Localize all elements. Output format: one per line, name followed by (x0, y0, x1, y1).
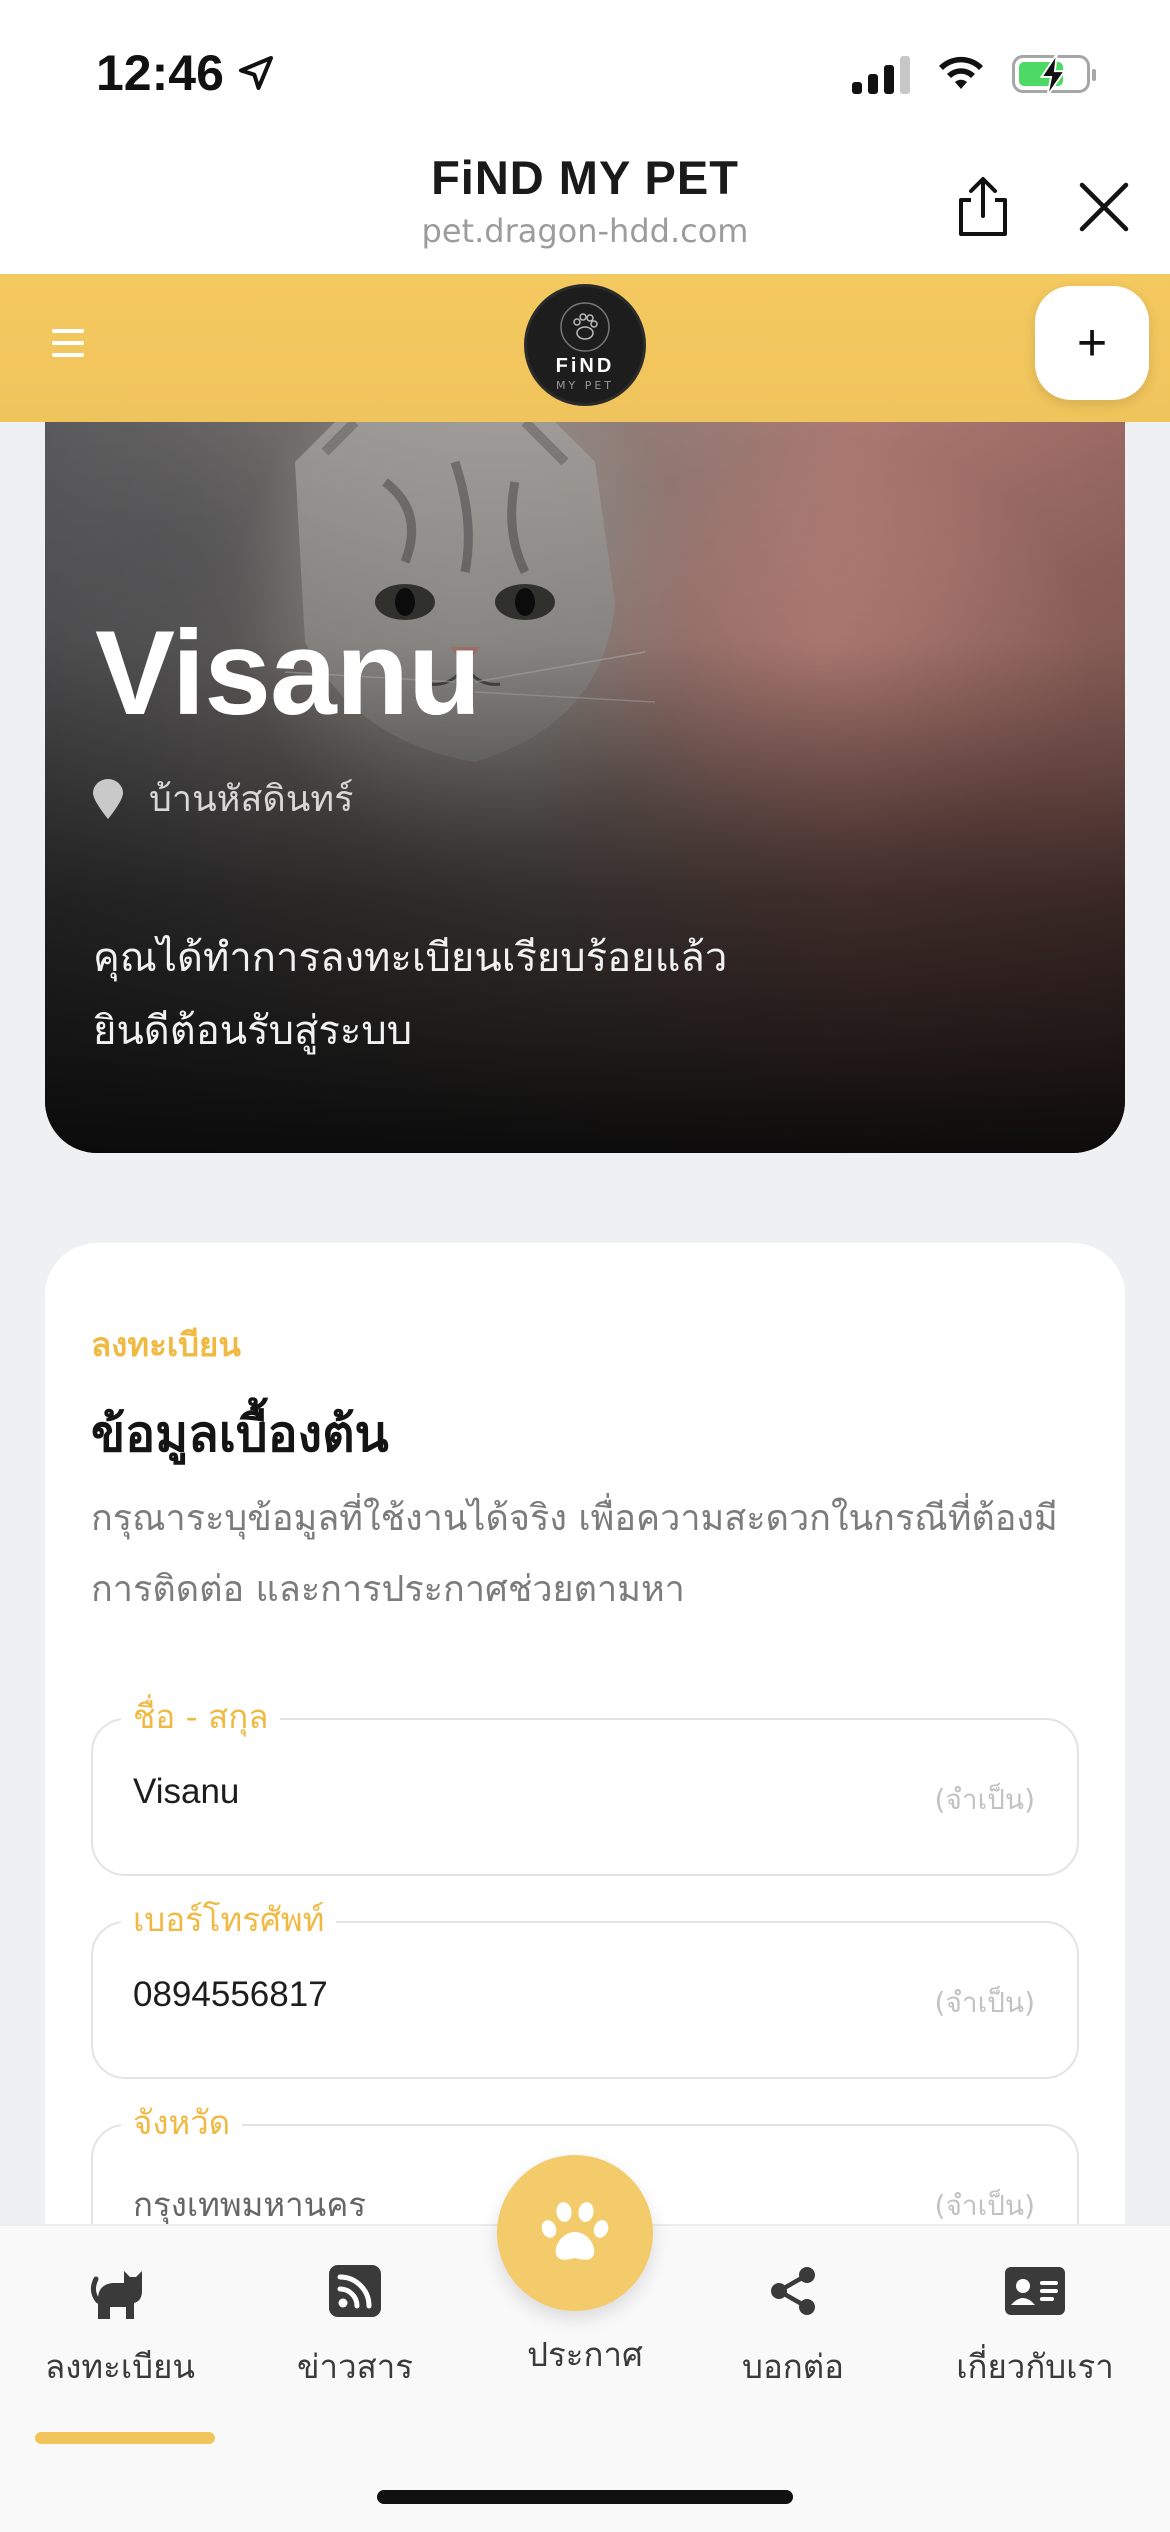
phone-field-value[interactable]: 0894556817 (133, 1975, 328, 2015)
form-eyebrow: ลงทะเบียน (91, 1325, 241, 1364)
phone-field[interactable]: เบอร์โทรศัพท์ 0894556817 (จำเป็น) (91, 1893, 1079, 2079)
nav-label-about: เกี่ยวกับเรา (956, 2347, 1114, 2386)
province-field-label: จังหวัด (121, 2096, 243, 2149)
pet-hero-card: Visanu บ้านหัสดินทร์ คุณได้ทำการลงทะเบีย… (45, 422, 1125, 1153)
phone-field-label: เบอร์โทรศัพท์ (121, 1893, 337, 1946)
nav-label-share: บอกต่อ (742, 2347, 844, 2386)
status-time-text: 12:46 (96, 45, 224, 101)
form-title: ข้อมูลเบื้องต้น (91, 1405, 389, 1463)
cellular-signal-icon (852, 54, 910, 94)
logo-text: FiND (555, 355, 615, 377)
required-hint: (จำเป็น) (934, 2189, 1035, 2222)
name-field[interactable]: ชื่อ - สกุล Visanu (จำเป็น) (91, 1690, 1079, 1876)
nav-label-register: ลงทะเบียน (45, 2347, 195, 2386)
nav-label-news: ข่าวสาร (296, 2347, 413, 2386)
close-icon (1079, 182, 1129, 232)
home-indicator (377, 2490, 793, 2504)
contact-card-icon (1005, 2267, 1065, 2315)
share-icon (959, 177, 1007, 236)
cat-icon (90, 2271, 142, 2319)
plus-icon: + (1076, 314, 1108, 372)
nav-item-news[interactable]: ข่าวสาร (240, 2256, 470, 2393)
app-header: FiND MY PET + (0, 274, 1170, 422)
app-logo[interactable]: FiND MY PET (524, 284, 646, 406)
location-text: บ้านหัสดินทร์ (149, 779, 354, 820)
map-pin-icon (93, 778, 123, 819)
wifi-icon (939, 56, 983, 89)
paw-icon (541, 2202, 609, 2260)
add-pet-button[interactable]: + (1035, 286, 1149, 400)
welcome-line-1: คุณได้ทำการลงทะเบียนเรียบร้อยแล้ว (93, 935, 728, 981)
share-nodes-icon (771, 2267, 815, 2315)
nav-item-share[interactable]: บอกต่อ (678, 2256, 908, 2393)
form-description: กรุณาระบุข้อมูลที่ใช้งานได้จริง เพื่อควา… (91, 1498, 1058, 1610)
status-icons (852, 54, 1096, 96)
close-button[interactable] (1078, 181, 1130, 233)
location-row: บ้านหัสดินทร์ (93, 770, 353, 827)
paw-logo-icon (560, 302, 610, 352)
hamburger-menu-icon[interactable] (52, 329, 84, 357)
battery-charging-icon (1012, 54, 1096, 96)
nav-item-register[interactable]: ลงทะเบียน (5, 2256, 235, 2444)
rss-feed-icon (329, 2265, 381, 2317)
share-button[interactable] (953, 176, 1013, 238)
browser-sheet-header: 12:46 FiND MY PET pet.dragon-hdd.com (0, 0, 1170, 274)
location-arrow-icon (238, 56, 273, 90)
nav-item-about[interactable]: เกี่ยวกับเรา (920, 2256, 1150, 2393)
required-hint: (จำเป็น) (934, 1986, 1035, 2019)
logo-subtext: MY PET (555, 379, 614, 392)
announce-fab-button[interactable] (497, 2155, 653, 2311)
required-hint: (จำเป็น) (934, 1783, 1035, 1816)
status-time: 12:46 (96, 44, 276, 102)
name-field-label: ชื่อ - สกุล (121, 1690, 281, 1743)
name-field-value[interactable]: Visanu (133, 1772, 239, 1812)
welcome-line-2: ยินดีต้อนรับสู่ระบบ (93, 1008, 413, 1054)
welcome-message: คุณได้ทำการลงทะเบียนเรียบร้อยแล้ว ยินดีต… (93, 922, 727, 1068)
active-tab-indicator (35, 2432, 215, 2444)
pet-owner-name: Visanu (95, 606, 481, 740)
